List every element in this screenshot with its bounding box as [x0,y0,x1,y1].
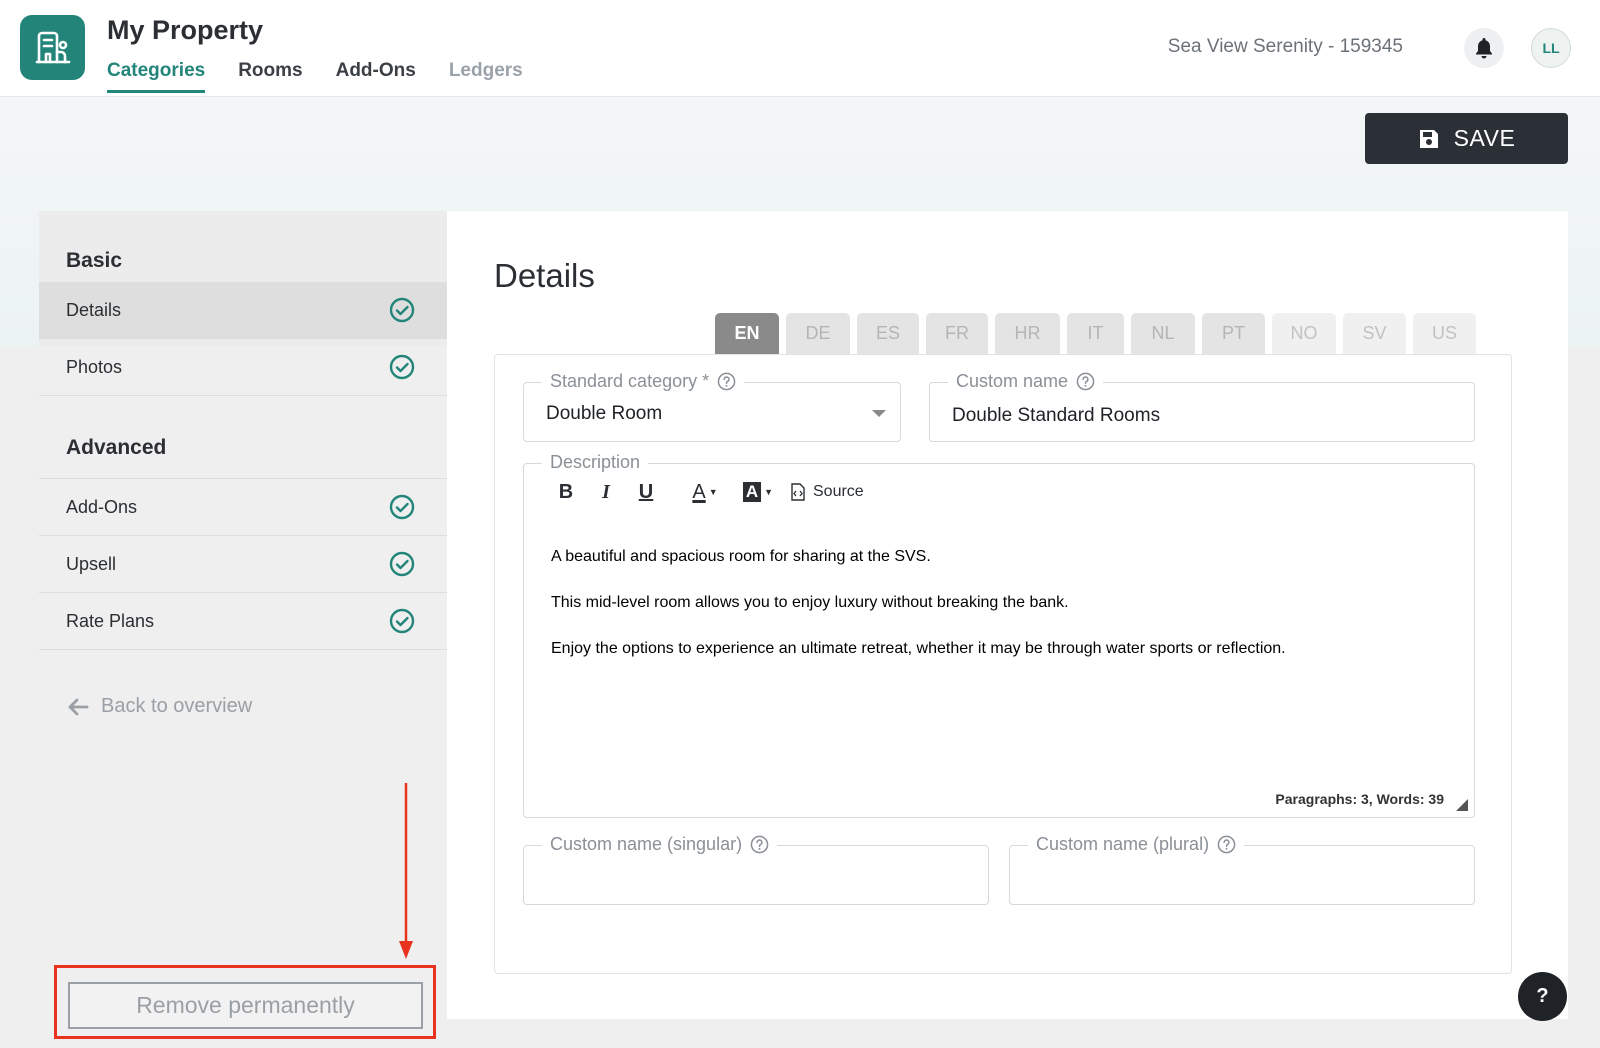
underline-button[interactable]: U [626,478,666,506]
standard-category-select[interactable]: Standard category * Double Room [523,371,901,442]
nav-ledgers[interactable]: Ledgers [449,60,523,93]
app-title: My Property [107,15,264,45]
custom-name-label: Custom name [956,371,1069,391]
help-circle-icon[interactable] [1217,835,1236,854]
section-heading-basic: Basic [66,249,123,272]
tab-lang-us[interactable]: US [1413,313,1476,354]
tab-lang-de[interactable]: DE [786,313,850,354]
top-bar: My Property Categories Rooms Add-Ons Led… [0,0,1600,97]
custom-name-singular-field[interactable]: Custom name (singular) [523,834,989,905]
section-heading-advanced: Advanced [66,436,167,459]
back-to-overview-link[interactable]: Back to overview [67,695,252,718]
background-color-button[interactable]: A ▼ [734,478,782,506]
check-circle-icon [389,608,415,634]
sidebar-item-upsell[interactable]: Upsell [39,536,447,593]
tab-lang-pt[interactable]: PT [1202,313,1265,354]
nav-rooms[interactable]: Rooms [238,60,302,93]
annotation-highlight-box: Remove permanently [54,965,436,1039]
remove-permanently-button[interactable]: Remove permanently [68,982,423,1029]
caret-down-icon: ▼ [708,487,718,497]
check-circle-icon [389,551,415,577]
sidebar-item-label: Upsell [66,553,117,574]
details-form: Standard category * Double Room Custom n… [494,354,1512,974]
tab-lang-nl[interactable]: NL [1131,313,1195,354]
italic-button[interactable]: I [586,478,626,506]
language-tabs: EN DE ES FR HR IT NL PT NO SV US [715,313,1476,354]
help-circle-icon[interactable] [1076,372,1095,391]
sidebar-item-label: Details [66,299,122,320]
bold-button[interactable]: B [546,478,586,506]
tab-lang-fr[interactable]: FR [926,313,988,354]
custom-name-plural-field[interactable]: Custom name (plural) [1009,834,1475,905]
notifications-button[interactable] [1464,28,1504,68]
description-editor[interactable]: Description B I U A ▼ A ▼ Source A beaut… [523,452,1475,818]
description-label: Description [550,452,641,472]
floppy-disk-icon [1419,129,1438,148]
tab-lang-it[interactable]: IT [1067,313,1124,354]
back-label: Back to overview [101,695,253,717]
sidebar-item-label: Photos [66,356,123,377]
save-button[interactable]: SAVE [1365,113,1568,164]
details-panel: Details EN DE ES FR HR IT NL PT NO SV US… [447,211,1568,1019]
main-nav: Categories Rooms Add-Ons Ledgers [107,60,523,93]
help-circle-icon[interactable] [750,835,769,854]
font-color-glyph: A [692,480,706,503]
sidebar-item-label: Rate Plans [66,610,155,631]
check-circle-icon [389,297,415,323]
nav-add-ons[interactable]: Add-Ons [336,60,416,93]
standard-category-value: Double Room [546,403,663,424]
description-paragraph: Enjoy the options to experience an ultim… [551,640,1286,657]
sidebar-item-photos[interactable]: Photos [39,339,447,396]
tab-lang-es[interactable]: ES [857,313,919,354]
standard-category-label: Standard category * [550,371,710,391]
building-icon[interactable] [20,15,85,80]
bell-icon [1476,38,1492,59]
custom-name-plural-label: Custom name (plural) [1036,834,1210,854]
description-paragraph: A beautiful and spacious room for sharin… [551,548,931,565]
check-circle-icon [389,354,415,380]
sidebar: Basic Details Photos Advanced Add-Ons Up… [39,211,447,1039]
annotation-arrow [399,783,413,959]
resize-handle[interactable] [1456,799,1468,811]
avatar[interactable]: LL [1531,28,1571,68]
source-button[interactable]: Source [790,478,864,506]
help-button[interactable]: ? [1518,972,1567,1021]
sidebar-item-add-ons[interactable]: Add-Ons [39,479,447,536]
sidebar-item-details[interactable]: Details [39,282,447,339]
word-counter: Paragraphs: 3, Words: 39 [1275,791,1444,807]
tab-lang-sv[interactable]: SV [1343,313,1406,354]
custom-name-field[interactable]: Custom name Double Standard Rooms [929,371,1475,442]
source-code-icon [791,483,805,501]
chevron-down-icon [872,410,886,417]
custom-name-value: Double Standard Rooms [952,405,1161,426]
check-circle-icon [389,494,415,520]
description-paragraph: This mid-level room allows you to enjoy … [551,594,1069,611]
editor-toolbar: B I U A ▼ A ▼ Source [546,478,864,506]
nav-categories[interactable]: Categories [107,60,206,93]
property-selector[interactable]: Sea View Serenity - 159345 [1168,36,1403,58]
caret-down-icon: ▼ [764,487,774,497]
source-label: Source [813,483,864,500]
sidebar-item-label: Add-Ons [66,496,138,517]
tab-lang-no[interactable]: NO [1272,313,1336,354]
help-circle-icon[interactable] [717,372,736,391]
sidebar-item-rate-plans[interactable]: Rate Plans [39,593,447,650]
custom-name-singular-label: Custom name (singular) [550,834,743,854]
font-color-button[interactable]: A ▼ [676,478,734,506]
background-color-glyph: A [742,482,762,502]
save-label: SAVE [1453,125,1516,151]
tab-lang-en[interactable]: EN [715,313,779,354]
page-title: Details [494,257,595,294]
tab-lang-hr[interactable]: HR [995,313,1060,354]
arrow-left-icon [68,698,89,715]
